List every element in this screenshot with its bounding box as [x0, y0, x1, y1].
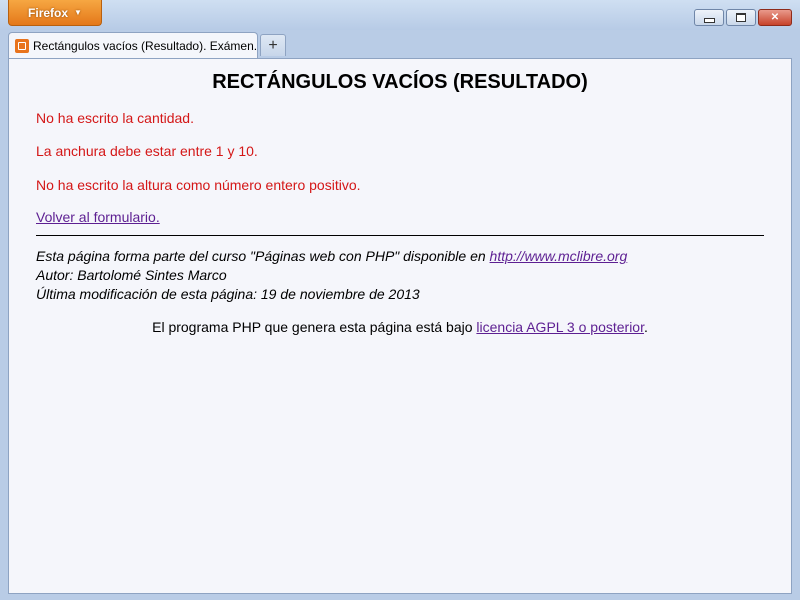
page-footer: Esta página forma parte del curso "Págin… [36, 247, 627, 304]
back-to-form-link[interactable]: Volver al formulario. [36, 209, 160, 225]
firefox-menu-label: Firefox [28, 5, 69, 20]
license-notice: El programa PHP que genera esta página e… [9, 319, 791, 335]
footer-modified-date: Última modificación de esta página: 19 d… [36, 286, 420, 302]
footer-course-line: Esta página forma parte del curso "Págin… [36, 247, 627, 266]
error-message: La anchura debe estar entre 1 y 10. [36, 143, 258, 159]
tab-active[interactable]: Rectángulos vacíos (Resultado). Exámen..… [8, 32, 258, 58]
new-tab-button[interactable]: + [260, 34, 286, 56]
close-window-button[interactable]: ✕ [758, 9, 792, 26]
footer-course-text: Esta página forma parte del curso "Págin… [36, 248, 490, 264]
maximize-button[interactable] [726, 9, 756, 26]
favicon-icon [15, 38, 29, 53]
error-message: No ha escrito la cantidad. [36, 110, 194, 126]
firefox-menu-button[interactable]: Firefox ▼ [8, 0, 102, 26]
plus-icon: + [268, 36, 278, 54]
divider [36, 235, 764, 236]
tab-bar: Rectángulos vacíos (Resultado). Exámen..… [0, 30, 800, 58]
footer-author: Autor: Bartolomé Sintes Marco [36, 267, 227, 283]
mclibre-link[interactable]: http://www.mclibre.org [490, 248, 628, 264]
minimize-button[interactable] [694, 9, 724, 26]
page-content: RECTÁNGULOS VACÍOS (RESULTADO) No ha esc… [8, 58, 792, 594]
tab-title: Rectángulos vacíos (Resultado). Exámen..… [33, 38, 258, 53]
window-titlebar: Firefox ▼ ✕ [0, 0, 800, 30]
chevron-down-icon: ▼ [74, 8, 82, 17]
license-link[interactable]: licencia AGPL 3 o posterior [476, 319, 644, 335]
page-title: RECTÁNGULOS VACÍOS (RESULTADO) [212, 71, 588, 93]
maximize-icon [736, 13, 746, 22]
license-period: . [643, 319, 648, 335]
license-text: El programa PHP que genera esta página e… [152, 319, 477, 335]
window-controls: ✕ [694, 9, 792, 26]
minimize-icon [703, 17, 715, 23]
error-message: No ha escrito la altura como número ente… [36, 177, 361, 193]
close-icon: ✕ [770, 12, 780, 23]
